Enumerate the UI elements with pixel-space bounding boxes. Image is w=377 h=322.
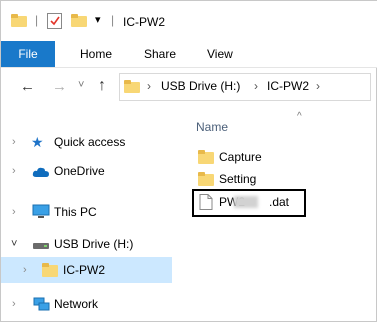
separator: | bbox=[35, 13, 39, 27]
separator: | bbox=[111, 13, 115, 27]
tab-share[interactable]: Share bbox=[144, 47, 176, 61]
breadcrumb-usb-drive[interactable]: USB Drive (H:) bbox=[161, 79, 240, 93]
folder-icon bbox=[198, 172, 214, 186]
window-title: IC-PW2 bbox=[123, 15, 165, 29]
column-header-name[interactable]: Name bbox=[196, 120, 228, 134]
list-item[interactable]: Setting bbox=[194, 168, 324, 190]
chevron-right-icon[interactable]: › bbox=[12, 291, 16, 317]
chevron-right-icon[interactable]: › bbox=[12, 129, 16, 155]
explorer-window: | ▾ | IC-PW2 File Home Share View ← → ˅ … bbox=[0, 0, 377, 322]
quick-access-dropdown-icon[interactable]: ▾ bbox=[95, 13, 101, 26]
sidebar-item-label: IC-PW2 bbox=[63, 263, 105, 277]
tab-file[interactable]: File bbox=[1, 41, 55, 67]
sidebar-item-ic-pw2[interactable]: › IC-PW2 bbox=[1, 257, 173, 283]
folder-icon bbox=[124, 80, 140, 93]
chevron-right-icon[interactable]: › bbox=[12, 158, 16, 184]
network-icon bbox=[33, 297, 50, 311]
list-item[interactable]: Capture bbox=[194, 146, 324, 168]
sidebar-item-network[interactable]: › Network bbox=[1, 291, 173, 317]
drive-icon bbox=[33, 243, 49, 249]
chevron-down-icon[interactable]: ˅ bbox=[11, 231, 17, 257]
recent-locations-button[interactable]: ˅ bbox=[78, 79, 84, 91]
file-name: Setting bbox=[219, 172, 257, 186]
navigation-bar: ← → ˅ ↑ › USB Drive (H:) › IC-PW2 › bbox=[1, 67, 377, 107]
breadcrumb-sep: › bbox=[147, 79, 151, 93]
star-icon: ★ bbox=[31, 134, 44, 150]
sidebar-item-this-pc[interactable]: › This PC bbox=[1, 199, 173, 225]
title-bar: | ▾ | IC-PW2 bbox=[1, 1, 377, 41]
file-icon bbox=[199, 194, 213, 210]
forward-button[interactable]: → bbox=[52, 78, 67, 95]
tab-home[interactable]: Home bbox=[80, 47, 112, 61]
sort-indicator: ^ bbox=[297, 111, 302, 122]
properties-icon[interactable] bbox=[47, 13, 62, 29]
chevron-right-icon[interactable]: › bbox=[12, 199, 16, 225]
breadcrumb-sep: › bbox=[316, 79, 320, 93]
address-bar[interactable]: › USB Drive (H:) › IC-PW2 › bbox=[119, 73, 371, 101]
breadcrumb-ic-pw2[interactable]: IC-PW2 bbox=[267, 79, 309, 93]
folder-icon bbox=[42, 263, 58, 277]
sidebar-item-label: USB Drive (H:) bbox=[54, 237, 134, 251]
ribbon-tabs: File Home Share View bbox=[1, 41, 377, 68]
sidebar-item-quick-access[interactable]: › ★ Quick access bbox=[1, 129, 173, 155]
tab-view[interactable]: View bbox=[207, 47, 233, 61]
file-name: Capture bbox=[219, 150, 262, 164]
folder-icon bbox=[198, 150, 214, 164]
up-button[interactable]: ↑ bbox=[98, 77, 106, 95]
chevron-right-icon[interactable]: › bbox=[23, 257, 27, 283]
breadcrumb-sep: › bbox=[254, 79, 258, 93]
sidebar-item-label: This PC bbox=[54, 205, 97, 219]
sidebar-item-onedrive[interactable]: › OneDrive bbox=[1, 158, 173, 184]
new-folder-icon[interactable] bbox=[71, 14, 87, 27]
sidebar-item-label: Quick access bbox=[54, 135, 126, 149]
file-name-suffix: .dat bbox=[269, 195, 290, 209]
cloud-icon bbox=[32, 167, 49, 177]
sidebar-item-label: OneDrive bbox=[54, 164, 105, 178]
monitor-icon bbox=[32, 204, 50, 218]
redacted-text bbox=[234, 196, 258, 208]
folder-icon bbox=[11, 14, 27, 27]
back-button[interactable]: ← bbox=[20, 78, 35, 95]
sidebar-item-usb-drive[interactable]: ˅ USB Drive (H:) bbox=[1, 231, 173, 257]
sidebar-item-label: Network bbox=[54, 297, 99, 311]
